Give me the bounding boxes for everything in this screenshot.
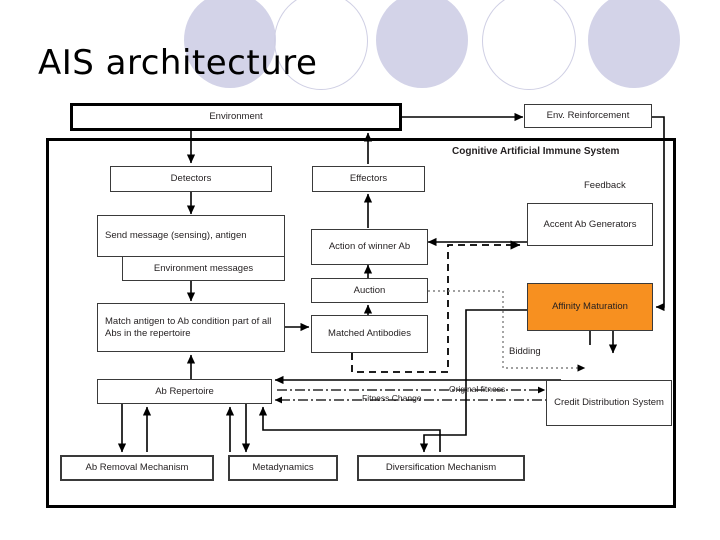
box-ab-removal-mechanism[interactable]: Ab Removal Mechanism (60, 455, 214, 481)
box-diversification-mechanism[interactable]: Diversification Mechanism (357, 455, 525, 481)
box-accent-ab-generators[interactable]: Accent Ab Generators (527, 203, 653, 246)
box-matched-antibodies[interactable]: Matched Antibodies (311, 315, 428, 353)
box-match-antigen[interactable]: Match antigen to Ab condition part of al… (97, 303, 285, 352)
box-affinity-maturation[interactable]: Affinity Maturation (527, 283, 653, 331)
ais-architecture-diagram: Cognitive Artificial Immune System Envir… (0, 0, 720, 540)
box-environment-messages[interactable]: Environment messages (122, 256, 285, 281)
edge-label-bidding: Bidding (509, 346, 541, 357)
box-action-of-winner-ab[interactable]: Action of winner Ab (311, 229, 428, 265)
box-ab-repertoire[interactable]: Ab Repertoire (97, 379, 272, 404)
box-auction[interactable]: Auction (311, 278, 428, 303)
slide-canvas: AIS architecture Cognitive Artificial Im… (0, 0, 720, 540)
box-effectors[interactable]: Effectors (312, 166, 425, 192)
edge-label-original-fitness: Original fitness (449, 384, 506, 394)
edge-label-fitness-change: Fitness Change (362, 393, 422, 403)
edge-label-feedback: Feedback (584, 180, 626, 191)
box-detectors[interactable]: Detectors (110, 166, 272, 192)
box-environment[interactable]: Environment (70, 103, 402, 131)
box-metadynamics[interactable]: Metadynamics (228, 455, 338, 481)
box-env-reinforcement[interactable]: Env. Reinforcement (524, 104, 652, 128)
box-credit-distribution-system[interactable]: Credit Distribution System (546, 380, 672, 426)
cognitive-ais-frame-label: Cognitive Artificial Immune System (452, 146, 620, 157)
box-send-message[interactable]: Send message (sensing), antigen (97, 215, 285, 257)
